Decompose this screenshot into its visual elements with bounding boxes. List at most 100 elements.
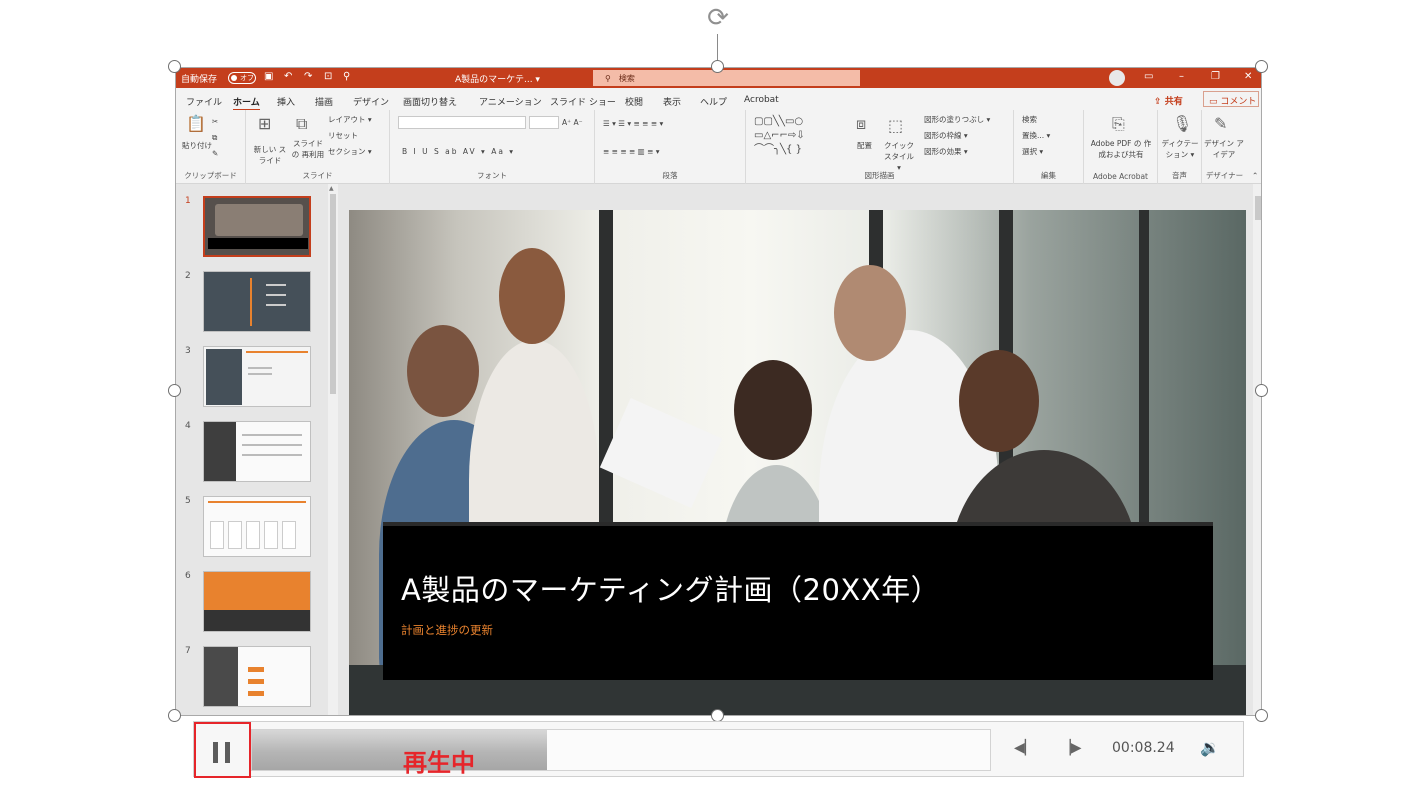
group-editing: 検索 置換... ▾ 選択 ▾ 編集 xyxy=(1014,110,1084,184)
tab-home: ホーム xyxy=(233,95,260,111)
rotate-handle-icon[interactable]: ⟳ xyxy=(702,3,734,35)
new-slide-label: 新しい スライド xyxy=(253,145,287,165)
align-icons: ≡ ≡ ≡ ≡ ▥ ≡ ▾ xyxy=(603,147,660,156)
designer-label: デザイナー xyxy=(1205,171,1244,180)
voice-label: 音声 xyxy=(1172,171,1187,180)
undo-icon: ↶ xyxy=(284,71,293,82)
shapes-gallery-row3: ⌒⌒╮╲{ } xyxy=(754,144,802,155)
pause-button[interactable] xyxy=(194,722,251,778)
search-icon: ⚲ xyxy=(605,74,611,83)
video-frame: ⟳ 自動保存 オフ ▣ ↶ ↷ ⊡ ⚲ A製品のマーケテ... ▾ ⚲ 検索 ▭ … xyxy=(0,0,1427,800)
step-forward-icon[interactable]: ▕▶ xyxy=(1060,740,1082,756)
save-icon: ▣ xyxy=(264,71,274,82)
shapes-gallery-row2: ▭△⌐⌐⇨⇩ xyxy=(754,130,805,141)
tab-slideshow: スライド ショー xyxy=(550,98,616,108)
font-name-combo xyxy=(398,116,526,129)
paper-prop xyxy=(599,397,723,509)
slide-number: 3 xyxy=(185,346,191,356)
resize-handle-right[interactable] xyxy=(1255,384,1268,397)
slide-number: 2 xyxy=(185,271,191,281)
tab-animations: アニメーション xyxy=(479,98,542,108)
slide-number: 1 xyxy=(185,196,191,206)
cut-icon: ✂ xyxy=(212,117,219,126)
step-back-icon[interactable]: ◀▏ xyxy=(1014,740,1036,756)
share-button: ⇪ 共有 xyxy=(1154,97,1183,107)
font-label: フォント xyxy=(477,171,507,180)
pause-icon xyxy=(225,742,230,763)
paste-icon: 📋 xyxy=(186,114,206,133)
slide-number: 6 xyxy=(185,571,191,581)
media-player-controls: 再生中 ◀▏ ▕▶ 00:08.24 🔉 xyxy=(193,721,1244,778)
adobe-pdf-icon: ⎘ xyxy=(1112,114,1125,133)
redo-icon: ↷ xyxy=(304,71,313,82)
title-banner: A製品のマーケティング計画（20XX年） 計画と進捗の更新 xyxy=(383,522,1213,680)
editing-label: 編集 xyxy=(1041,171,1056,180)
section-button: セクション ▾ xyxy=(328,147,372,156)
volume-icon[interactable]: 🔉 xyxy=(1200,738,1220,757)
ribbon-tabs: ファイル ホーム 挿入 描画 デザイン 画面切り替え アニメーション スライド … xyxy=(176,88,1261,111)
resize-handle-left[interactable] xyxy=(168,384,181,397)
autosave-label: 自動保存 xyxy=(181,75,218,85)
person-head xyxy=(407,325,479,417)
thumbnail-6 xyxy=(203,571,311,632)
shapes-gallery-icon: ▢▢╲╲▭○ xyxy=(754,116,804,127)
arrange-label: 配置 xyxy=(857,141,872,150)
seek-bar[interactable]: 再生中 xyxy=(251,729,991,777)
slide-editor: A製品のマーケティング計画（20XX年） 計画と進捗の更新 xyxy=(340,184,1261,715)
slide-subtitle: 計画と進捗の更新 xyxy=(401,623,493,637)
font-size-combo xyxy=(529,116,559,129)
minimize-icon: – xyxy=(1179,71,1184,82)
collapse-ribbon-icon: ⌃ xyxy=(1252,171,1259,180)
design-ideas-label: デザイン アイデア xyxy=(1204,139,1244,159)
slides-label: スライド xyxy=(302,171,333,180)
slide-number: 7 xyxy=(185,646,191,656)
find-button: 検索 xyxy=(1022,115,1037,124)
restore-icon: ❐ xyxy=(1211,71,1220,82)
time-readout: 00:08.24 xyxy=(1112,740,1175,756)
dictate-label: ディクテー ション ▾ xyxy=(1161,139,1199,159)
search-box: ⚲ 検索 xyxy=(593,70,860,86)
reuse-slide-label: スライドの 再利用 xyxy=(291,139,325,159)
quick-style-icon: ⬚ xyxy=(888,116,904,135)
thumbnail-2 xyxy=(203,271,311,332)
group-paragraph: ☰ ▾ ☰ ▾ ≡ ≡ ≡ ▾ ≡ ≡ ≡ ≡ ▥ ≡ ▾ 段落 xyxy=(595,110,746,184)
resize-handle-top-right[interactable] xyxy=(1255,60,1268,73)
present-icon: ⊡ xyxy=(324,71,333,82)
thumbnail-1 xyxy=(203,196,311,257)
tab-insert: 挿入 xyxy=(277,98,296,108)
playing-status-label: 再生中 xyxy=(403,749,475,777)
ribbon: 📋 貼り付け ✂ ⧉ ✎ クリップボード ⊞ 新しい スライド ⧉ スライドの … xyxy=(176,110,1261,184)
paste-label: 貼り付け xyxy=(182,141,212,150)
drawing-label: 図形描画 xyxy=(864,171,895,180)
resize-handle-top[interactable] xyxy=(711,60,724,73)
acrobat-label: Adobe Acrobat xyxy=(1092,172,1149,181)
thumbnail-4 xyxy=(203,421,311,482)
resize-handle-bottom-right[interactable] xyxy=(1255,709,1268,722)
new-slide-icon: ⊞ xyxy=(258,114,272,133)
bullets-icon: ☰ ▾ ☰ ▾ ≡ ≡ ≡ ▾ xyxy=(603,119,664,128)
paragraph-label: 段落 xyxy=(662,171,678,180)
thumbnail-7 xyxy=(203,646,311,707)
slide-canvas: A製品のマーケティング計画（20XX年） 計画と進捗の更新 xyxy=(349,210,1246,715)
group-drawing: ▢▢╲╲▭○ ▭△⌐⌐⇨⇩ ⌒⌒╮╲{ } ⧈ 配置 ⬚ クイック スタイル ▾… xyxy=(746,110,1014,184)
font-styles: B I U S ab AV ▾ Aa ▾ xyxy=(402,147,516,156)
share-label: 共有 xyxy=(1164,97,1183,107)
design-ideas-icon: ✎ xyxy=(1214,114,1228,133)
arrange-icon: ⧈ xyxy=(856,114,867,133)
thumbnail-scrollbar: ▲ xyxy=(328,184,338,715)
group-font: A⁺ A⁻ B I U S ab AV ▾ Aa ▾ フォント xyxy=(390,110,595,184)
powerpoint-window-video: 自動保存 オフ ▣ ↶ ↷ ⊡ ⚲ A製品のマーケテ... ▾ ⚲ 検索 ▭ – … xyxy=(175,67,1262,716)
seek-progress xyxy=(252,730,547,770)
customize-icon: ⚲ xyxy=(343,71,351,82)
reset-button: リセット xyxy=(328,131,358,140)
person-head xyxy=(734,360,812,460)
clipboard-label: クリップボード xyxy=(184,171,237,180)
tab-review: 校閲 xyxy=(625,98,644,108)
font-grow-icon: A⁺ A⁻ xyxy=(562,118,583,127)
person-head xyxy=(959,350,1039,452)
resize-handle-bottom-left[interactable] xyxy=(168,709,181,722)
tab-draw: 描画 xyxy=(315,98,334,108)
avatar xyxy=(1109,70,1125,86)
resize-handle-top-left[interactable] xyxy=(168,60,181,73)
group-designer: ✎ デザイン アイデア デザイナー xyxy=(1202,110,1247,184)
